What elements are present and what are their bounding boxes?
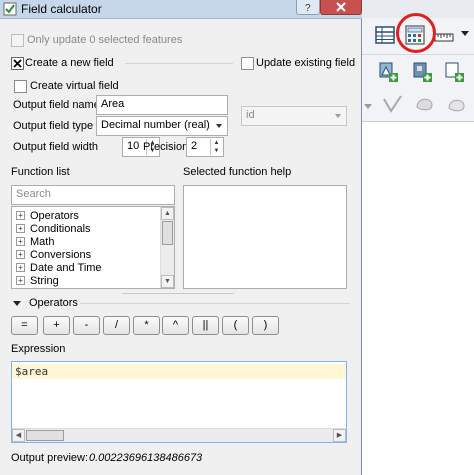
selected-help-label: Selected function help: [183, 166, 292, 178]
map-canvas[interactable]: [360, 122, 474, 475]
expand-icon[interactable]: +: [16, 224, 25, 233]
update-existing-label: Update existing field: [256, 57, 356, 69]
help-icon: ?: [305, 3, 311, 14]
create-new-field-label: Create a new field: [25, 57, 114, 69]
group-divider: [125, 63, 233, 64]
existing-field-select[interactable]: id: [241, 106, 347, 126]
update-existing-checkbox[interactable]: [241, 57, 254, 70]
scroll-thumb[interactable]: [162, 221, 173, 245]
operators-label: Operators: [29, 297, 78, 309]
output-name-label: Output field name: [13, 99, 100, 111]
output-width-value: 10: [127, 140, 140, 152]
expand-icon[interactable]: +: [16, 276, 25, 285]
operator-equals-button[interactable]: =: [11, 316, 38, 335]
expression-text: $area: [15, 365, 49, 378]
operator-open-paren-button[interactable]: (: [222, 316, 249, 335]
scroll-right-arrow[interactable]: ▶: [333, 429, 346, 442]
dropdown-arrow-icon[interactable]: [362, 95, 374, 117]
operator-concat-button[interactable]: ||: [192, 316, 219, 335]
add-ring-icon[interactable]: [412, 61, 434, 83]
expression-label: Expression: [11, 343, 66, 355]
splitter-handle[interactable]: [122, 293, 234, 294]
expression-editor[interactable]: $area ◀ ▶: [11, 361, 347, 443]
spin-arrows[interactable]: ▲ ▼: [210, 139, 222, 156]
add-feature-icon[interactable]: [378, 61, 400, 83]
title-bar: Field calculator ?: [0, 0, 362, 19]
scroll-up-arrow[interactable]: ▲: [161, 207, 174, 220]
scroll-left-arrow[interactable]: ◀: [12, 429, 25, 442]
offset-curve-icon[interactable]: [446, 93, 468, 115]
precision-spinbox[interactable]: 2 ▲ ▼: [186, 137, 224, 157]
current-line-highlight: [12, 364, 346, 379]
expand-icon[interactable]: +: [16, 263, 25, 272]
chevron-down-icon: [216, 124, 222, 128]
window-title: Field calculator: [21, 2, 102, 16]
output-type-label: Output field type: [13, 120, 94, 132]
create-virtual-label: Create virtual field: [30, 80, 119, 92]
output-preview-value: 0.00223696138486673: [89, 452, 203, 464]
output-type-select[interactable]: Decimal number (real): [96, 116, 228, 136]
only-selected-checkbox[interactable]: [11, 34, 24, 47]
operator-plus-button[interactable]: +: [43, 316, 70, 335]
background-qgis-window: [360, 0, 474, 475]
operator-power-button[interactable]: ^: [162, 316, 189, 335]
attribute-table-icon[interactable]: [374, 24, 396, 46]
dropdown-arrow-icon[interactable]: [460, 28, 470, 38]
reshape-icon[interactable]: [414, 93, 436, 115]
operator-minus-button[interactable]: -: [73, 316, 100, 335]
existing-field-value: id: [246, 109, 255, 121]
fill-ring-icon[interactable]: [444, 61, 466, 83]
chevron-down-icon: [335, 114, 341, 118]
function-search-input[interactable]: Search: [11, 185, 175, 205]
precision-label: Precision: [143, 141, 189, 153]
precision-value: 2: [191, 140, 198, 152]
output-type-value: Decimal number (real): [101, 119, 210, 131]
field-calculator-dialog: Field calculator ? Only update 0 selecte…: [0, 0, 362, 475]
toolbar-row-2: [360, 55, 474, 122]
collapse-arrow-icon[interactable]: [12, 298, 22, 308]
expand-icon[interactable]: +: [16, 211, 25, 220]
output-name-input[interactable]: Area: [96, 95, 228, 115]
scroll-thumb[interactable]: [26, 430, 64, 441]
expand-icon[interactable]: +: [16, 237, 25, 246]
output-width-label: Output field width: [13, 141, 98, 153]
function-tree-scrollbar[interactable]: ▲ ▼: [160, 207, 174, 288]
operator-multiply-button[interactable]: *: [133, 316, 160, 335]
close-icon: [336, 2, 346, 12]
field-calculator-icon: [3, 2, 17, 16]
only-selected-label: Only update 0 selected features: [27, 34, 183, 46]
create-virtual-checkbox[interactable]: [14, 80, 27, 93]
vertex-tool-icon[interactable]: [382, 93, 404, 115]
create-new-field-checkbox[interactable]: [11, 57, 24, 70]
output-preview-label: Output preview:: [11, 452, 89, 464]
expand-icon[interactable]: +: [16, 250, 25, 259]
function-list-label: Function list: [11, 166, 70, 178]
highlight-ring: [396, 13, 436, 53]
help-button[interactable]: ?: [296, 0, 320, 15]
expression-hscrollbar[interactable]: ◀ ▶: [12, 428, 346, 442]
function-help-panel: [183, 185, 347, 289]
checkmark-icon: [13, 59, 22, 68]
scroll-down-arrow[interactable]: ▼: [161, 275, 174, 288]
operator-close-paren-button[interactable]: ): [252, 316, 279, 335]
group-divider: [80, 303, 350, 304]
close-button[interactable]: [320, 0, 362, 15]
measure-icon[interactable]: [434, 26, 456, 48]
function-tree[interactable]: + Operators + Conditionals + Math + Conv…: [11, 206, 175, 289]
operator-divide-button[interactable]: /: [103, 316, 130, 335]
svg-text:?: ?: [305, 3, 311, 14]
